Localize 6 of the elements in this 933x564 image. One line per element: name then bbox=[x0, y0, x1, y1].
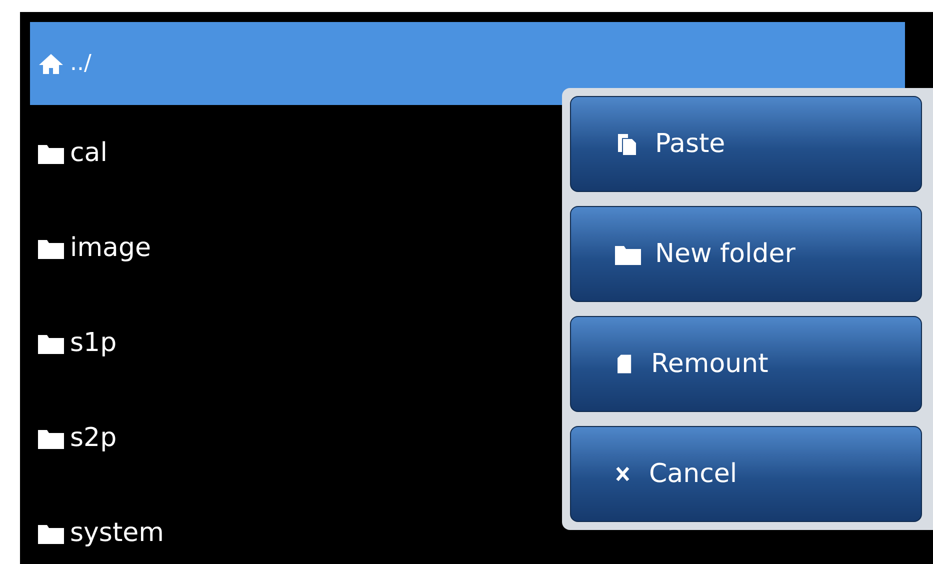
menu-button[interactable]: Paste bbox=[570, 96, 922, 192]
home-icon bbox=[38, 52, 64, 74]
folder-icon bbox=[615, 243, 641, 265]
menu-button[interactable]: Cancel bbox=[570, 426, 922, 522]
menu-button[interactable]: Remount bbox=[570, 316, 922, 412]
menu-button[interactable]: New folder bbox=[570, 206, 922, 302]
